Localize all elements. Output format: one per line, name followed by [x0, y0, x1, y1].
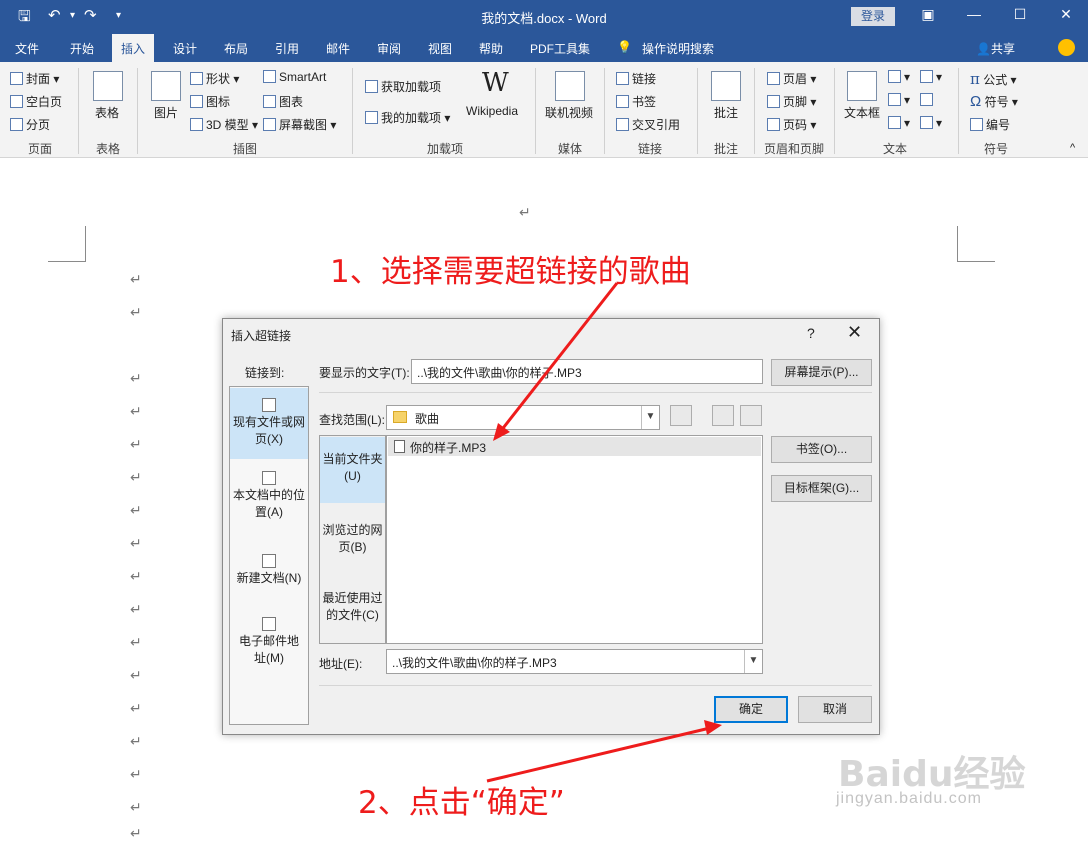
arrow-line-2: [486, 726, 711, 783]
annotation-arrows: [486, 282, 722, 783]
arrowhead-2: [704, 720, 722, 735]
arrow-line-1: [498, 282, 619, 433]
watermark-url: jingyan.baidu.com: [836, 790, 982, 807]
arrowhead-1: [493, 423, 510, 441]
